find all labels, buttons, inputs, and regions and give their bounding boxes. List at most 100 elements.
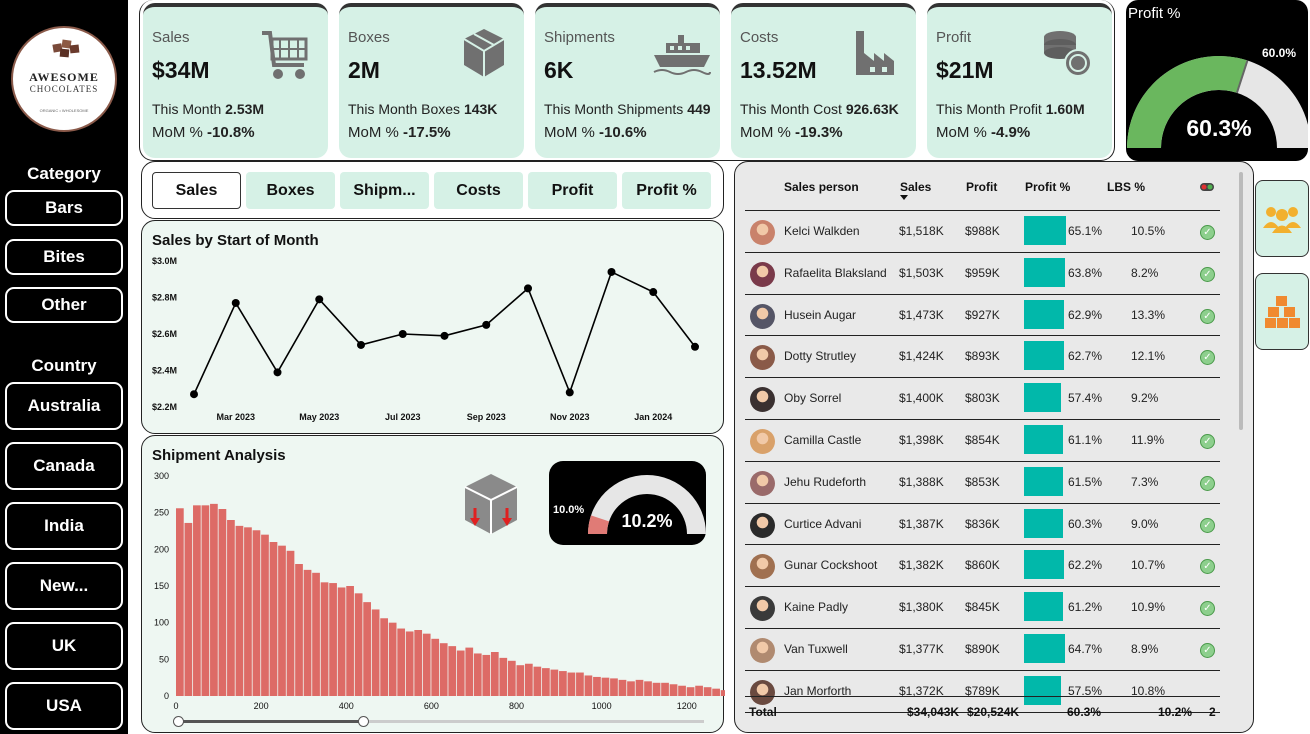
histogram-bar[interactable] [261, 534, 269, 696]
table-row[interactable]: Van Tuxwell $1,377K $890K 64.7% 8.9% ✓ [745, 628, 1220, 670]
histogram-bar[interactable] [320, 582, 329, 696]
data-point[interactable] [273, 368, 282, 377]
data-point[interactable] [649, 288, 658, 297]
histogram-bar[interactable] [669, 684, 678, 696]
histogram-bar[interactable] [703, 687, 712, 696]
histogram-bar[interactable] [346, 586, 354, 696]
histogram-bar[interactable] [329, 583, 337, 696]
histogram-bar[interactable] [490, 652, 499, 696]
data-point[interactable] [190, 390, 198, 399]
histogram-bar[interactable] [542, 668, 550, 696]
data-point[interactable] [691, 342, 699, 351]
tab-profit[interactable]: Profit [528, 172, 617, 209]
histogram-bar[interactable] [286, 550, 295, 696]
histogram-bar[interactable] [337, 587, 346, 696]
data-point[interactable] [607, 267, 616, 276]
table-row[interactable]: Kaine Padly $1,380K $845K 61.2% 10.9% ✓ [745, 586, 1220, 628]
histogram-bar[interactable] [184, 522, 193, 696]
tab-shipments[interactable]: Shipm... [340, 172, 429, 209]
histogram-bar[interactable] [193, 505, 201, 696]
histogram-bar[interactable] [627, 681, 635, 696]
range-slider-max-handle[interactable] [358, 716, 369, 727]
histogram-bar[interactable] [312, 572, 320, 696]
histogram-bar[interactable] [499, 657, 508, 696]
column-header-profit-percent[interactable]: Profit % [1025, 180, 1070, 194]
histogram-bar[interactable] [303, 569, 312, 696]
column-header-sales[interactable]: Sales [900, 180, 931, 194]
table-row[interactable]: Kelci Walkden $1,518K $988K 65.1% 10.5% ✓ [745, 210, 1220, 252]
histogram-bar[interactable] [593, 676, 601, 696]
data-point[interactable] [482, 320, 491, 329]
histogram-bar[interactable] [644, 681, 652, 696]
histogram-bar[interactable] [201, 505, 210, 696]
table-row[interactable]: Camilla Castle $1,398K $854K 61.1% 11.9% ✓ [745, 419, 1220, 461]
column-header-sales-person[interactable]: Sales person [784, 180, 859, 194]
histogram-bar[interactable] [354, 593, 363, 696]
histogram-bar[interactable] [176, 508, 184, 696]
histogram-bar[interactable] [244, 527, 252, 696]
histogram-bar[interactable] [661, 682, 669, 696]
tab-profit-percent[interactable]: Profit % [622, 172, 711, 209]
histogram-bar[interactable] [516, 665, 525, 696]
data-point[interactable] [565, 388, 574, 397]
histogram-bar[interactable] [712, 688, 720, 696]
country-button-india[interactable]: India [5, 502, 123, 550]
histogram-bar[interactable] [218, 509, 227, 696]
histogram-bar[interactable] [686, 687, 695, 696]
products-view-button[interactable] [1255, 273, 1309, 350]
histogram-bar[interactable] [431, 638, 440, 696]
table-row[interactable]: Curtice Advani $1,387K $836K 60.3% 9.0% ✓ [745, 502, 1220, 545]
data-point[interactable] [440, 331, 449, 340]
country-button-uk[interactable]: UK [5, 622, 123, 670]
histogram-bar[interactable] [388, 622, 397, 696]
histogram-bar[interactable] [601, 677, 610, 696]
data-point[interactable] [315, 295, 324, 304]
range-slider-min-handle[interactable] [173, 716, 184, 727]
histogram-bar[interactable] [533, 666, 542, 696]
histogram-bar[interactable] [482, 654, 491, 696]
histogram-bar[interactable] [235, 525, 244, 696]
histogram-bar[interactable] [576, 672, 584, 696]
category-button-bars[interactable]: Bars [5, 190, 123, 226]
histogram-bar[interactable] [363, 602, 371, 696]
histogram-bar[interactable] [456, 650, 465, 696]
category-button-other[interactable]: Other [5, 287, 123, 323]
histogram-bar[interactable] [278, 545, 286, 696]
histogram-bar[interactable] [584, 675, 593, 696]
histogram-bar[interactable] [695, 685, 703, 696]
histogram-bar[interactable] [405, 631, 414, 696]
histogram-bar[interactable] [610, 678, 618, 696]
histogram-bar[interactable] [559, 671, 567, 696]
table-row[interactable]: Rafaelita Blaksland $1,503K $959K 63.8% 8.2%… [745, 251, 1220, 294]
histogram-bar[interactable] [414, 630, 423, 696]
histogram-bar[interactable] [567, 672, 576, 696]
histogram-bar[interactable] [448, 646, 457, 696]
histogram-bar[interactable] [652, 682, 661, 696]
column-header-profit[interactable]: Profit [966, 180, 997, 194]
histogram-bar[interactable] [550, 669, 559, 696]
country-button-usa[interactable]: USA [5, 682, 123, 730]
histogram-bar[interactable] [397, 628, 406, 696]
histogram-bar[interactable] [422, 633, 431, 696]
table-row[interactable]: Jehu Rudeforth $1,388K $853K 61.5% 7.3% ✓ [745, 460, 1220, 503]
histogram-bar[interactable] [507, 660, 516, 696]
country-button-new-zealand[interactable]: New... [5, 562, 123, 610]
country-button-australia[interactable]: Australia [5, 382, 123, 430]
histogram-bar[interactable] [269, 542, 278, 696]
table-row[interactable]: Dotty Strutley $1,424K $893K 62.7% 12.1% ✓ [745, 335, 1220, 377]
table-scrollbar[interactable] [1239, 172, 1243, 430]
data-point[interactable] [524, 284, 532, 293]
histogram-bar[interactable] [473, 653, 482, 696]
histogram-bar[interactable] [439, 643, 448, 696]
histogram-bar[interactable] [618, 679, 627, 696]
tab-boxes[interactable]: Boxes [246, 172, 335, 209]
histogram-bar[interactable] [720, 690, 725, 696]
table-row[interactable]: Gunar Cockshoot $1,382K $860K 62.2% 10.7% ✓ [745, 544, 1220, 586]
histogram-bar[interactable] [295, 564, 303, 696]
tab-costs[interactable]: Costs [434, 172, 523, 209]
data-point[interactable] [398, 330, 407, 338]
tab-sales[interactable]: Sales [152, 172, 241, 209]
histogram-bar[interactable] [371, 609, 380, 696]
histogram-bar[interactable] [678, 685, 686, 696]
histogram-bar[interactable] [252, 530, 261, 696]
